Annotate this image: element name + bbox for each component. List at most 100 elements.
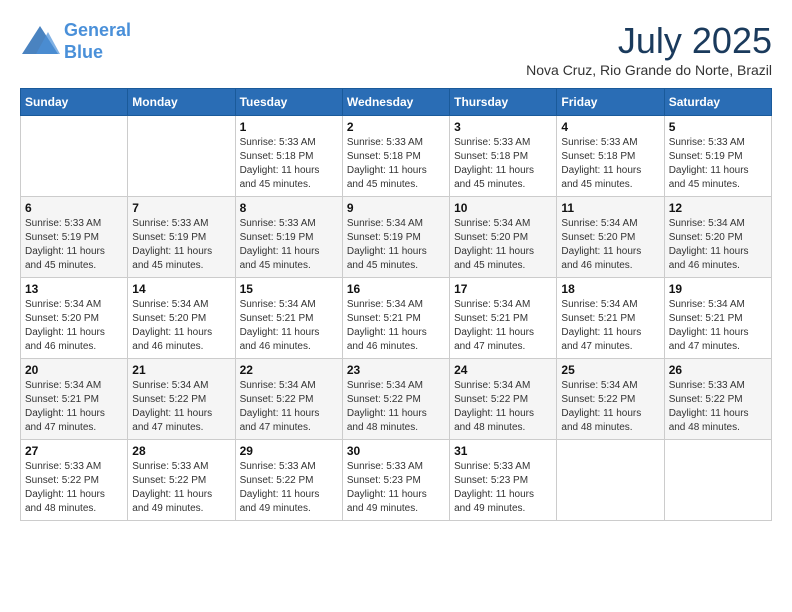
day-info: Sunrise: 5:34 AM Sunset: 5:20 PM Dayligh… xyxy=(132,298,230,354)
day-number: 11 xyxy=(561,201,659,215)
calendar-cell: 24 Sunrise: 5:34 AM Sunset: 5:22 PM Dayli… xyxy=(450,359,557,440)
calendar-cell: 1Sunrise: 5:33 AM Sunset: 5:18 PM Daylig… xyxy=(235,116,342,197)
day-number: 30 xyxy=(347,444,445,458)
col-header-saturday: Saturday xyxy=(664,89,771,116)
calendar-cell: 19 Sunrise: 5:34 AM Sunset: 5:21 PM Dayli… xyxy=(664,278,771,359)
day-info: Sunrise: 5:33 AM Sunset: 5:23 PM Dayligh… xyxy=(454,460,552,516)
day-info: Sunrise: 5:34 AM Sunset: 5:21 PM Dayligh… xyxy=(25,379,123,435)
day-number: 25 xyxy=(561,363,659,377)
day-number: 22 xyxy=(240,363,338,377)
day-info: Sunrise: 5:33 AM Sunset: 5:23 PM Dayligh… xyxy=(347,460,445,516)
calendar-cell: 4Sunrise: 5:33 AM Sunset: 5:18 PM Daylig… xyxy=(557,116,664,197)
calendar-cell: 29Sunrise: 5:33 AM Sunset: 5:22 PM Dayli… xyxy=(235,440,342,521)
day-info: Sunrise: 5:33 AM Sunset: 5:19 PM Dayligh… xyxy=(132,217,230,273)
day-info: Sunrise: 5:33 AM Sunset: 5:22 PM Dayligh… xyxy=(132,460,230,516)
day-number: 3 xyxy=(454,120,552,134)
day-info: Sunrise: 5:34 AM Sunset: 5:22 PM Dayligh… xyxy=(132,379,230,435)
day-info: Sunrise: 5:33 AM Sunset: 5:19 PM Dayligh… xyxy=(669,136,767,192)
col-header-friday: Friday xyxy=(557,89,664,116)
day-number: 9 xyxy=(347,201,445,215)
calendar-cell xyxy=(557,440,664,521)
calendar-week-3: 13 Sunrise: 5:34 AM Sunset: 5:20 PM Dayli… xyxy=(21,278,772,359)
day-info: Sunrise: 5:33 AM Sunset: 5:19 PM Dayligh… xyxy=(240,217,338,273)
calendar-cell: 26 Sunrise: 5:33 AM Sunset: 5:22 PM Dayli… xyxy=(664,359,771,440)
calendar-cell: 9 Sunrise: 5:34 AM Sunset: 5:19 PM Daylig… xyxy=(342,197,449,278)
calendar-cell: 21 Sunrise: 5:34 AM Sunset: 5:22 PM Dayli… xyxy=(128,359,235,440)
calendar-cell: 17 Sunrise: 5:34 AM Sunset: 5:21 PM Dayli… xyxy=(450,278,557,359)
calendar-cell: 5 Sunrise: 5:33 AM Sunset: 5:19 PM Daylig… xyxy=(664,116,771,197)
calendar-cell: 23Sunrise: 5:34 AM Sunset: 5:22 PM Dayli… xyxy=(342,359,449,440)
calendar-cell: 13 Sunrise: 5:34 AM Sunset: 5:20 PM Dayli… xyxy=(21,278,128,359)
col-header-wednesday: Wednesday xyxy=(342,89,449,116)
day-number: 17 xyxy=(454,282,552,296)
day-number: 13 xyxy=(25,282,123,296)
subtitle: Nova Cruz, Rio Grande do Norte, Brazil xyxy=(526,62,772,78)
day-number: 31 xyxy=(454,444,552,458)
calendar-cell: 6 Sunrise: 5:33 AM Sunset: 5:19 PM Daylig… xyxy=(21,197,128,278)
day-number: 20 xyxy=(25,363,123,377)
day-number: 27 xyxy=(25,444,123,458)
calendar-cell: 8 Sunrise: 5:33 AM Sunset: 5:19 PM Daylig… xyxy=(235,197,342,278)
day-info: Sunrise: 5:34 AM Sunset: 5:21 PM Dayligh… xyxy=(347,298,445,354)
day-info: Sunrise: 5:34 AM Sunset: 5:21 PM Dayligh… xyxy=(454,298,552,354)
page-header: General Blue July 2025 Nova Cruz, Rio Gr… xyxy=(20,20,772,78)
calendar-cell xyxy=(21,116,128,197)
day-info: Sunrise: 5:34 AM Sunset: 5:20 PM Dayligh… xyxy=(25,298,123,354)
col-header-sunday: Sunday xyxy=(21,89,128,116)
day-number: 7 xyxy=(132,201,230,215)
day-number: 5 xyxy=(669,120,767,134)
calendar-cell: 11 Sunrise: 5:34 AM Sunset: 5:20 PM Dayli… xyxy=(557,197,664,278)
day-number: 10 xyxy=(454,201,552,215)
calendar-cell: 27Sunrise: 5:33 AM Sunset: 5:22 PM Dayli… xyxy=(21,440,128,521)
day-info: Sunrise: 5:33 AM Sunset: 5:18 PM Dayligh… xyxy=(454,136,552,192)
day-info: Sunrise: 5:33 AM Sunset: 5:18 PM Dayligh… xyxy=(347,136,445,192)
day-number: 18 xyxy=(561,282,659,296)
day-info: Sunrise: 5:33 AM Sunset: 5:18 PM Dayligh… xyxy=(561,136,659,192)
day-number: 12 xyxy=(669,201,767,215)
day-number: 24 xyxy=(454,363,552,377)
day-info: Sunrise: 5:33 AM Sunset: 5:19 PM Dayligh… xyxy=(25,217,123,273)
day-number: 26 xyxy=(669,363,767,377)
col-header-thursday: Thursday xyxy=(450,89,557,116)
day-info: Sunrise: 5:34 AM Sunset: 5:21 PM Dayligh… xyxy=(561,298,659,354)
col-header-tuesday: Tuesday xyxy=(235,89,342,116)
day-info: Sunrise: 5:34 AM Sunset: 5:22 PM Dayligh… xyxy=(454,379,552,435)
calendar-cell: 14 Sunrise: 5:34 AM Sunset: 5:20 PM Dayli… xyxy=(128,278,235,359)
col-header-monday: Monday xyxy=(128,89,235,116)
day-info: Sunrise: 5:33 AM Sunset: 5:22 PM Dayligh… xyxy=(669,379,767,435)
day-info: Sunrise: 5:34 AM Sunset: 5:21 PM Dayligh… xyxy=(669,298,767,354)
day-number: 29 xyxy=(240,444,338,458)
day-number: 15 xyxy=(240,282,338,296)
calendar-cell: 30 Sunrise: 5:33 AM Sunset: 5:23 PM Dayli… xyxy=(342,440,449,521)
calendar-cell: 3 Sunrise: 5:33 AM Sunset: 5:18 PM Daylig… xyxy=(450,116,557,197)
logo-text: General Blue xyxy=(64,20,131,63)
day-info: Sunrise: 5:34 AM Sunset: 5:22 PM Dayligh… xyxy=(561,379,659,435)
calendar-week-2: 6 Sunrise: 5:33 AM Sunset: 5:19 PM Daylig… xyxy=(21,197,772,278)
logo-icon xyxy=(20,24,60,59)
day-number: 2 xyxy=(347,120,445,134)
calendar-cell: 31 Sunrise: 5:33 AM Sunset: 5:23 PM Dayli… xyxy=(450,440,557,521)
day-number: 14 xyxy=(132,282,230,296)
day-number: 16 xyxy=(347,282,445,296)
day-number: 6 xyxy=(25,201,123,215)
calendar-cell: 25 Sunrise: 5:34 AM Sunset: 5:22 PM Dayli… xyxy=(557,359,664,440)
calendar-week-1: 1 Sunrise: 5:33 AM Sunset: 5:18 PM Daylig… xyxy=(21,116,772,197)
calendar-cell xyxy=(664,440,771,521)
calendar-table: SundayMondayTuesdayWednesdayThursdayFrid… xyxy=(20,88,772,521)
calendar-cell: 2 Sunrise: 5:33 AM Sunset: 5:18 PM Daylig… xyxy=(342,116,449,197)
month-title: July 2025 xyxy=(526,20,772,62)
day-info: Sunrise: 5:34 AM Sunset: 5:19 PM Dayligh… xyxy=(347,217,445,273)
day-number: 1 xyxy=(240,120,338,134)
day-info: Sunrise: 5:34 AM Sunset: 5:20 PM Dayligh… xyxy=(669,217,767,273)
calendar-cell xyxy=(128,116,235,197)
calendar-cell: 10 Sunrise: 5:34 AM Sunset: 5:20 PM Dayli… xyxy=(450,197,557,278)
day-number: 8 xyxy=(240,201,338,215)
calendar-cell: 15 Sunrise: 5:34 AM Sunset: 5:21 PM Dayli… xyxy=(235,278,342,359)
day-info: Sunrise: 5:34 AM Sunset: 5:21 PM Dayligh… xyxy=(240,298,338,354)
day-number: 19 xyxy=(669,282,767,296)
day-info: Sunrise: 5:34 AM Sunset: 5:22 PM Dayligh… xyxy=(347,379,445,435)
day-info: Sunrise: 5:34 AM Sunset: 5:20 PM Dayligh… xyxy=(454,217,552,273)
day-number: 21 xyxy=(132,363,230,377)
day-info: Sunrise: 5:34 AM Sunset: 5:20 PM Dayligh… xyxy=(561,217,659,273)
calendar-cell: 16 Sunrise: 5:34 AM Sunset: 5:21 PM Dayli… xyxy=(342,278,449,359)
